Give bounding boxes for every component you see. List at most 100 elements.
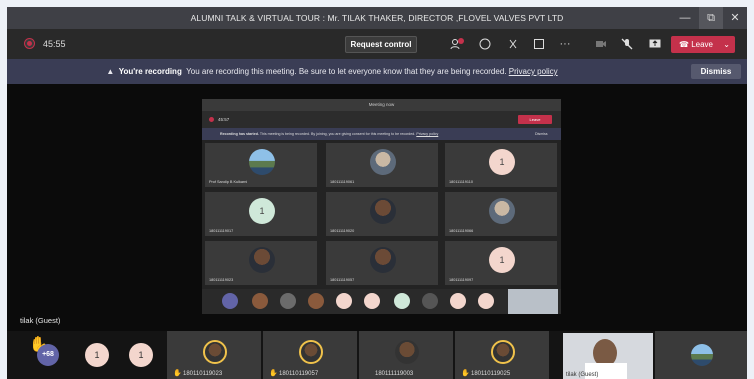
shared-avatar-strip [202,289,561,314]
avatar [222,293,238,309]
avatar [491,340,515,364]
avatar [336,293,352,309]
avatar [370,149,396,175]
participant-tile[interactable]: ✋ 180110119023 [167,331,261,379]
request-control-button[interactable]: Request control [345,36,417,53]
avatar [308,293,324,309]
shared-leave-label: Leave [529,117,541,122]
participant-name: 180111119110 [449,180,473,184]
participant-name: 180111119057 [330,278,355,282]
avatar [691,344,713,366]
share-screen-icon[interactable] [645,29,665,61]
participant-name: 180110119025 [471,371,511,377]
participant-name: 180111119097 [449,278,474,282]
meeting-toolbar: 45:55 Request control ··· ☎ Leave ⌄ [7,29,747,59]
participant-tile: 1 180111119097 [445,241,557,285]
participant-tile: 180111119023 [205,241,317,285]
shared-toolbar: 45:57 Leave [202,111,561,128]
self-video: tilak (Guest) [563,333,653,379]
minimize-button[interactable]: — [673,7,697,29]
teams-meeting-window: ALUMNI TALK & VIRTUAL TOUR : Mr. TILAK T… [7,7,747,379]
shared-window-title: Meeting now [202,99,561,111]
shared-timer: 45:57 [218,117,230,122]
shared-recording-icon [209,117,214,122]
participant-tile: 180111119057 [326,241,438,285]
restore-button[interactable]: ⧉ [699,7,723,29]
raised-hand-icon: ✋ [269,370,278,377]
avatar: 1 [489,247,515,273]
meeting-timer: 45:55 [43,39,66,49]
participants-icon[interactable] [447,29,467,62]
participant-tile: 180111119061 [326,143,438,187]
phone-hangup-icon: ☎ [679,40,689,49]
shared-banner-text: This meeting is being recorded. By joini… [259,132,416,136]
avatar: 1 [489,149,515,175]
participant-name: 180111119066 [449,229,474,233]
shared-banner: Recording has started. This meeting is b… [202,128,561,140]
participant-tile[interactable] [655,331,747,379]
recording-indicator-icon [25,39,34,48]
more-options-icon[interactable]: ··· [555,29,575,59]
participant-name: Prof Sandip B Kulkarni [209,180,248,184]
raised-hand-icon: ✋ [461,370,470,377]
more-participants-badge[interactable]: +68 [37,344,59,366]
avatar [489,198,515,224]
participant-name: 180111119003 [375,371,414,377]
participant-name: 180110119057 [279,371,319,377]
mic-muted-icon[interactable] [617,29,637,62]
participant-name: 180110119023 [183,371,223,377]
participant-tile: 180111119020 [326,192,438,236]
participant-tile[interactable]: 180111119003 [359,331,453,379]
banner-title: You're recording [118,67,182,76]
participant-tile: Prof Sandip B Kulkarni [205,143,317,187]
guest-label: tilak (Guest) [20,316,61,325]
participant-tile: 1 180111119017 [205,192,317,236]
participant-grid: Prof Sandip B Kulkarni 180111119061 1 180… [205,143,560,287]
dismiss-button[interactable]: Dismiss [691,64,741,79]
warning-icon: ▲ [106,67,115,76]
avatar [299,340,323,364]
avatar [395,340,419,364]
close-button[interactable]: ✕ [723,7,747,29]
avatar [450,293,466,309]
title-bar: ALUMNI TALK & VIRTUAL TOUR : Mr. TILAK T… [7,7,747,29]
avatar [203,340,227,364]
avatar [280,293,296,309]
leave-button[interactable]: ☎ Leave ⌄ [671,36,735,53]
participant-name: 180111119061 [330,180,355,184]
camera-off-icon[interactable] [591,29,611,61]
rooms-icon[interactable] [529,29,549,62]
participant-name: 180111119023 [209,278,234,282]
shared-dismiss: Dismiss [535,132,548,136]
avatar [364,293,380,309]
leave-label: Leave [691,40,713,49]
participant-tile: 180111119066 [445,192,557,236]
avatar [478,293,494,309]
avatar [370,198,396,224]
chevron-down-icon[interactable]: ⌄ [723,40,730,49]
shared-leave-button: Leave [518,115,552,124]
avatar: 1 [249,198,275,224]
avatar: 1 [129,343,153,367]
avatar [249,149,275,175]
reactions-icon[interactable] [503,29,523,62]
window-title: ALUMNI TALK & VIRTUAL TOUR : Mr. TILAK T… [190,13,564,23]
recording-banner: ▲ You're recording You are recording thi… [7,59,747,84]
raised-hand-icon: ✋ [173,370,182,377]
shared-banner-title: Recording has started. [220,132,259,136]
avatar [249,247,275,273]
participant-tile[interactable]: ✋ 180110119057 [263,331,357,379]
participant-tile: 1 180111119110 [445,143,557,187]
banner-text: ▲ You're recording You are recording thi… [7,59,657,84]
avatar [394,293,410,309]
avatar [252,293,268,309]
shared-screen: Meeting now 45:57 Leave Recording has st… [202,99,561,314]
shared-self-view [508,289,558,314]
participant-name: 180111119020 [330,229,355,233]
shared-banner-link: Privacy policy [416,132,439,136]
participant-tile[interactable]: ✋ 180110119025 [455,331,549,379]
banner-message: You are recording this meeting. Be sure … [186,67,507,76]
privacy-policy-link[interactable]: Privacy policy [509,67,558,76]
chat-icon[interactable] [475,29,495,62]
participant-name: 180111119017 [209,229,234,233]
